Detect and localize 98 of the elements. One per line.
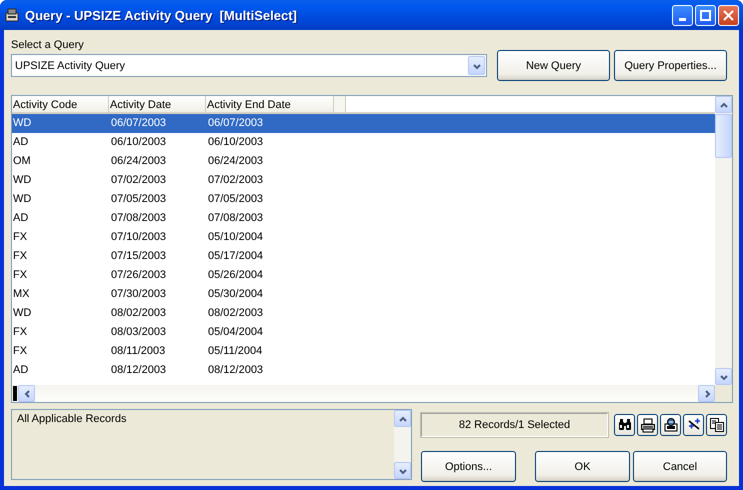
table-cell-text: WD [12, 173, 32, 188]
table-cell-text: 07/05/2003 [207, 192, 264, 207]
table-cell-text: 08/11/2003 [110, 344, 166, 359]
table-row[interactable]: FX 08/11/2003 05/11/2004 [12, 342, 715, 361]
table-cell-text: 08/02/2003 [110, 306, 168, 321]
minimize-icon [679, 18, 686, 20]
query-dropdown[interactable]: UPSIZE Activity Query [11, 54, 487, 77]
scrollbar-thumb[interactable] [13, 386, 17, 401]
table-cell-text: 06/07/2003 [110, 116, 168, 131]
table-row[interactable]: OM 06/24/2003 06/24/2003 [12, 152, 715, 171]
maximize-icon [700, 10, 711, 20]
binoculars-icon [616, 417, 632, 433]
table-cell-text: 07/08/2003 [207, 211, 264, 226]
table-cell-text: 08/12/2003 [110, 363, 168, 378]
table-cell-text: AD [12, 135, 30, 150]
cancel-button[interactable]: Cancel [633, 451, 727, 482]
table-cell-text: 06/10/2003 [110, 135, 168, 150]
scroll-down-button[interactable] [394, 462, 411, 479]
table-cell-text: 07/02/2003 [207, 173, 264, 188]
record-count: 82 Records/1 Selected [421, 413, 608, 437]
table-cell-text: FX [12, 344, 28, 359]
table-cell-text: 07/15/2003 [110, 249, 168, 264]
horizontal-scrollbar[interactable] [12, 385, 715, 402]
table-cell-text: 07/10/2003 [110, 230, 168, 245]
table-cell-text: WD [12, 116, 32, 131]
table-cell-text: FX [12, 268, 28, 283]
toolbar-button[interactable] [683, 414, 704, 436]
ok-button[interactable]: OK [535, 451, 630, 482]
table-row[interactable]: AD 07/08/2003 07/08/2003 [12, 209, 715, 228]
scroll-up-button[interactable] [715, 96, 732, 113]
close-icon [723, 10, 734, 20]
toolbar-button[interactable] [637, 414, 658, 436]
table-cell-text: 05/17/2004 [207, 249, 264, 264]
toolbar-button[interactable] [706, 414, 727, 436]
table-cell-text: 08/02/2003 [207, 306, 264, 321]
table-cell-text: FX [12, 230, 28, 245]
table-cell-text: 07/30/2003 [110, 287, 168, 302]
scroll-right-button[interactable] [698, 385, 715, 402]
table-cell-text: 07/05/2003 [110, 192, 168, 207]
new-query-button[interactable]: New Query [497, 50, 610, 81]
table-row[interactable]: AD 08/12/2003 08/12/2003 [12, 361, 715, 380]
table-row[interactable]: WD 08/02/2003 08/02/2003 [12, 304, 715, 323]
scrollbar-corner [715, 385, 732, 402]
column-header[interactable]: Activity End Date [206, 96, 334, 114]
table-row[interactable]: FX 07/10/2003 05/10/2004 [12, 228, 715, 247]
table-row[interactable]: WD 06/07/2003 06/07/2003 [12, 114, 715, 133]
options-button[interactable]: Options... [421, 451, 516, 482]
table-cell-text: AD [12, 211, 30, 226]
scroll-down-button[interactable] [715, 368, 732, 385]
table-row[interactable]: FX 08/03/2003 05/04/2004 [12, 323, 715, 342]
table-cell-text: 06/24/2003 [207, 154, 264, 169]
minimize-button[interactable] [672, 4, 693, 26]
close-button[interactable] [718, 4, 739, 26]
table-cell-text: OM [12, 154, 32, 169]
table-row[interactable]: FX 07/26/2003 05/26/2004 [12, 266, 715, 285]
table-cell-text: 07/26/2003 [110, 268, 168, 283]
table-cell-text: 08/03/2003 [110, 325, 168, 340]
vertical-scrollbar[interactable] [715, 96, 732, 385]
table-cell-text: 07/08/2003 [110, 211, 168, 226]
table-cell-text: 08/12/2003 [207, 363, 264, 378]
table-cell-text: 05/11/2004 [207, 344, 264, 359]
printer-icon [640, 417, 656, 433]
toolbar-button[interactable] [614, 414, 635, 436]
scroll-left-button[interactable] [18, 385, 35, 402]
table-row[interactable]: AD 06/10/2003 06/10/2003 [12, 133, 715, 152]
app-icon [4, 7, 20, 23]
table-cell-text: AD [12, 363, 30, 378]
table-cell-text: 05/10/2004 [207, 230, 264, 245]
table-cell-text: 06/07/2003 [207, 116, 264, 131]
vertical-scrollbar[interactable] [394, 410, 411, 479]
criteria-text: All Applicable Records [16, 412, 128, 427]
table-row[interactable]: WD 07/02/2003 07/02/2003 [12, 171, 715, 190]
dropdown-button[interactable] [468, 56, 485, 75]
copy-icon [708, 417, 724, 433]
toolbar-button[interactable] [660, 414, 681, 436]
table-cell-text: 05/04/2004 [207, 325, 264, 340]
column-header[interactable]: Activity Date [109, 96, 206, 114]
table-cell-text: WD [12, 306, 32, 321]
scroll-up-button[interactable] [394, 410, 411, 427]
table-cell-text: 07/02/2003 [110, 173, 168, 188]
table-cell-text: 06/10/2003 [207, 135, 264, 150]
query-properties-button[interactable]: Query Properties... [614, 50, 727, 81]
field-label: Select a Query [11, 38, 85, 53]
table-cell-text: 05/26/2004 [207, 268, 264, 283]
table-cell-text: MX [12, 287, 30, 302]
table-cell-text: FX [12, 325, 28, 340]
window-title: Query - UPSIZE Activity Query [MultiSelect] [25, 8, 298, 22]
table-row[interactable]: MX 07/30/2003 05/30/2004 [12, 285, 715, 304]
table-cell-text: 05/30/2004 [207, 287, 264, 302]
criteria-box[interactable]: All Applicable Records [11, 409, 412, 480]
table-row[interactable]: FX 07/15/2003 05/17/2004 [12, 247, 715, 266]
table-cell-text: FX [12, 249, 28, 264]
column-header[interactable]: Activity Code [12, 96, 109, 114]
table-cell-text: WD [12, 192, 32, 207]
scrollbar-thumb[interactable] [715, 114, 732, 158]
table-cell-text: 06/24/2003 [110, 154, 168, 169]
table-row[interactable]: WD 07/05/2003 07/05/2003 [12, 190, 715, 209]
maximize-button[interactable] [695, 4, 716, 26]
